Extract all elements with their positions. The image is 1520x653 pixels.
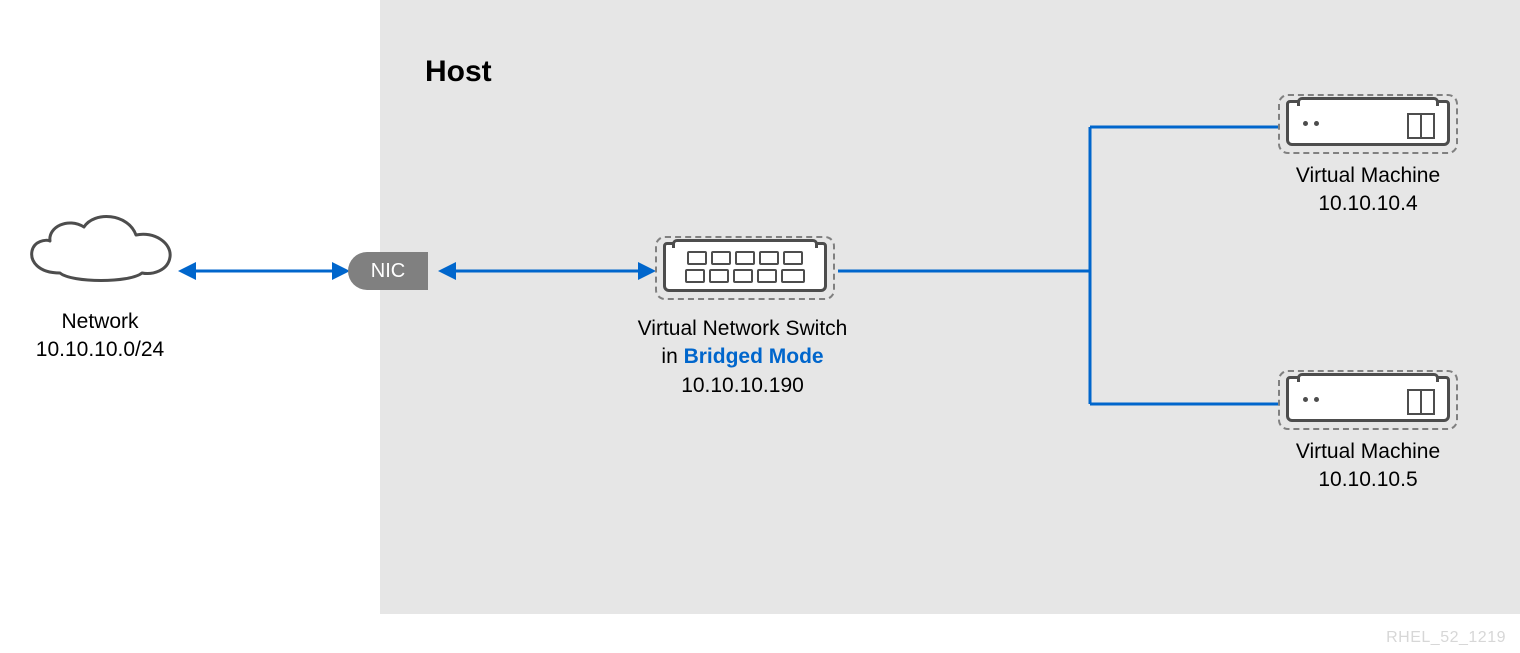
vm-1-label: Virtual Machine: [1278, 162, 1458, 190]
watermark: RHEL_52_1219: [1386, 629, 1506, 647]
network-label: Network: [0, 308, 200, 336]
switch-icon: [663, 242, 827, 292]
vm-1: Virtual Machine 10.10.10.4: [1278, 94, 1458, 219]
network-labels: Network 10.10.10.0/24: [0, 308, 200, 365]
switch-labels: Virtual Network Switch in Bridged Mode 1…: [570, 315, 915, 400]
switch-line2: in Bridged Mode: [570, 343, 915, 371]
vm-2-labels: Virtual Machine 10.10.10.5: [1278, 438, 1458, 495]
nic-pill: NIC: [348, 252, 428, 290]
switch-line1: Virtual Network Switch: [570, 315, 915, 343]
host-container: [380, 0, 1520, 614]
vm-1-labels: Virtual Machine 10.10.10.4: [1278, 162, 1458, 219]
server-icon: [1286, 376, 1450, 422]
virtual-switch: [655, 236, 835, 300]
vm-1-ip: 10.10.10.4: [1278, 190, 1458, 218]
network-cidr: 10.10.10.0/24: [0, 336, 200, 364]
server-icon: [1286, 100, 1450, 146]
nic-label: NIC: [371, 260, 405, 283]
vm-2-ip: 10.10.10.5: [1278, 466, 1458, 494]
vm-1-outline: [1278, 94, 1458, 154]
vm-2-outline: [1278, 370, 1458, 430]
switch-mode: Bridged Mode: [684, 345, 824, 368]
host-title: Host: [425, 55, 492, 89]
switch-ip: 10.10.10.190: [570, 372, 915, 400]
vm-2: Virtual Machine 10.10.10.5: [1278, 370, 1458, 495]
vm-2-label: Virtual Machine: [1278, 438, 1458, 466]
network-node: [15, 213, 185, 285]
cloud-icon: [20, 213, 180, 285]
switch-line2-prefix: in: [661, 345, 683, 368]
virtual-switch-outline: [655, 236, 835, 300]
